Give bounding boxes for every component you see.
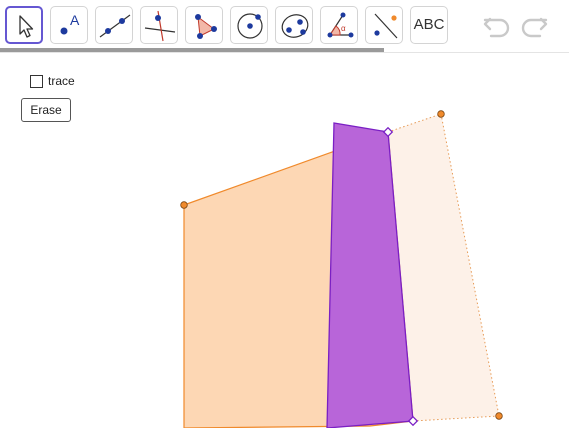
svg-text:α: α xyxy=(341,24,346,33)
toolbar: A α ABC xyxy=(0,0,569,52)
orange-point-bottom-right[interactable] xyxy=(495,412,503,420)
orange-point-top-right[interactable] xyxy=(437,110,445,118)
graphics-canvas[interactable] xyxy=(0,53,569,428)
line-tool-button[interactable] xyxy=(95,6,133,44)
text-tool-button[interactable]: ABC xyxy=(410,6,448,44)
polygon-icon xyxy=(195,14,217,39)
redo-button[interactable] xyxy=(519,12,549,40)
point-icon: A xyxy=(60,12,80,35)
polygon-tool-button[interactable] xyxy=(185,6,223,44)
circle-icon xyxy=(237,13,263,39)
angle-icon: α xyxy=(327,12,354,38)
redo-icon xyxy=(521,17,548,38)
perpendicular-line-icon xyxy=(144,10,176,42)
undo-icon xyxy=(483,17,510,38)
svg-text:A: A xyxy=(70,12,80,28)
arrow-cursor-icon xyxy=(19,15,34,38)
circle-tool-button[interactable] xyxy=(230,6,268,44)
undo-button[interactable] xyxy=(482,12,512,40)
reflect-icon xyxy=(374,13,398,39)
reflect-tool-button[interactable] xyxy=(365,6,403,44)
move-tool-button[interactable] xyxy=(5,6,43,44)
orange-point-left[interactable] xyxy=(180,201,188,209)
line-icon xyxy=(99,14,131,38)
conic-tool-button[interactable] xyxy=(275,6,313,44)
text-tool-label: ABC xyxy=(413,16,445,33)
angle-tool-button[interactable]: α xyxy=(320,6,358,44)
ellipse-icon xyxy=(281,14,309,38)
perpendicular-line-tool-button[interactable] xyxy=(140,6,178,44)
point-tool-button[interactable]: A xyxy=(50,6,88,44)
